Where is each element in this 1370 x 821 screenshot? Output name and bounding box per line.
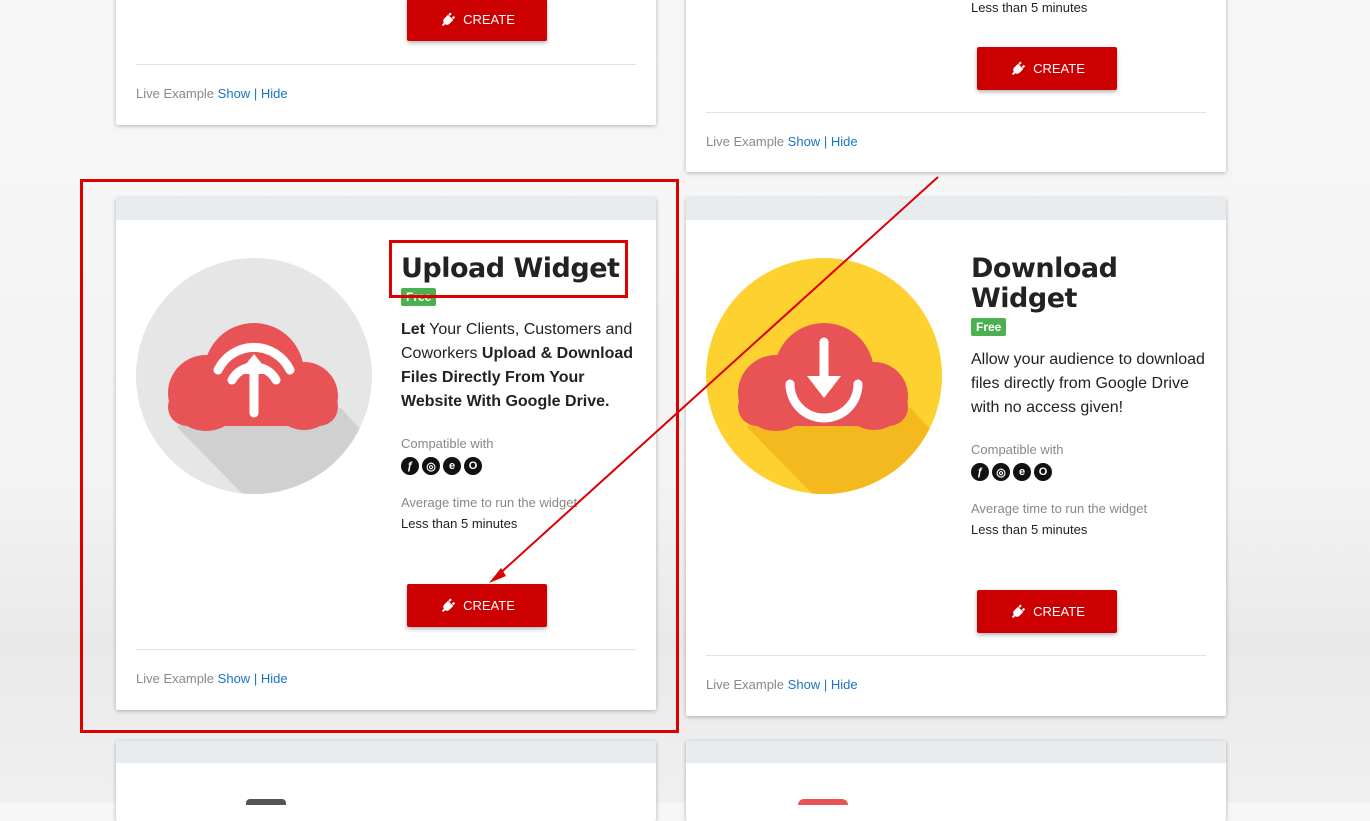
card-header	[686, 198, 1226, 220]
create-button[interactable]: CREATE	[977, 47, 1117, 90]
annotation-title-highlight	[389, 240, 628, 298]
widget-card-top-left: CREATE Live Example Show | Hide	[116, 0, 656, 125]
download-cloud-icon	[706, 258, 942, 494]
live-example-label: Live Example	[136, 86, 215, 101]
hero-image-partial	[246, 799, 286, 805]
compatible-label: Compatible with	[971, 442, 1064, 457]
widget-card-top-right: Less than 5 minutes CREATE Live Example …	[686, 0, 1226, 172]
live-example: Live Example Show | Hide	[136, 86, 288, 101]
hide-link[interactable]: Hide	[831, 677, 858, 692]
create-button[interactable]: CREATE	[977, 590, 1117, 633]
hero-image-partial	[798, 799, 848, 805]
create-button[interactable]: CREATE	[407, 0, 547, 41]
plug-icon	[441, 12, 456, 26]
widget-description: Allow your audience to download files di…	[971, 351, 1205, 416]
time-value: Less than 5 minutes	[971, 522, 1088, 537]
create-label: CREATE	[1033, 604, 1085, 619]
show-link[interactable]: Show	[788, 134, 821, 149]
divider	[706, 655, 1206, 656]
time-label: Average time to run the widget	[971, 501, 1148, 516]
divider	[706, 112, 1206, 113]
link-separator: |	[823, 677, 828, 692]
download-widget-card: Download Widget Free Allow your audience…	[686, 198, 1226, 716]
live-example: Live Example Show | Hide	[706, 677, 858, 692]
live-example-label: Live Example	[706, 677, 785, 692]
link-separator: |	[253, 86, 258, 101]
widget-title: Download Widget	[971, 253, 1118, 314]
hide-link[interactable]: Hide	[261, 86, 288, 101]
live-example: Live Example Show | Hide	[706, 134, 858, 149]
widget-card-bottom-right	[686, 741, 1226, 821]
create-label: CREATE	[1033, 61, 1085, 76]
card-header	[686, 741, 1226, 763]
card-header	[116, 741, 656, 763]
plug-icon	[1011, 61, 1026, 75]
create-label: CREATE	[463, 12, 515, 27]
chrome-icon: ◎	[992, 463, 1010, 481]
download-content: Download Widget Free Allow your audience…	[971, 254, 1211, 537]
show-link[interactable]: Show	[788, 677, 821, 692]
browser-icons: ƒ ◎ e O	[971, 463, 1211, 481]
opera-icon: O	[1034, 463, 1052, 481]
link-separator: |	[823, 134, 828, 149]
divider	[136, 64, 636, 65]
free-badge: Free	[971, 318, 1007, 336]
hide-link[interactable]: Hide	[831, 134, 858, 149]
live-example-label: Live Example	[706, 134, 785, 149]
firefox-icon: ƒ	[971, 463, 989, 481]
time-value: Less than 5 minutes	[971, 0, 1088, 15]
edge-icon: e	[1013, 463, 1031, 481]
show-link[interactable]: Show	[218, 86, 251, 101]
plug-icon	[1011, 604, 1026, 618]
widget-card-bottom-left	[116, 741, 656, 821]
